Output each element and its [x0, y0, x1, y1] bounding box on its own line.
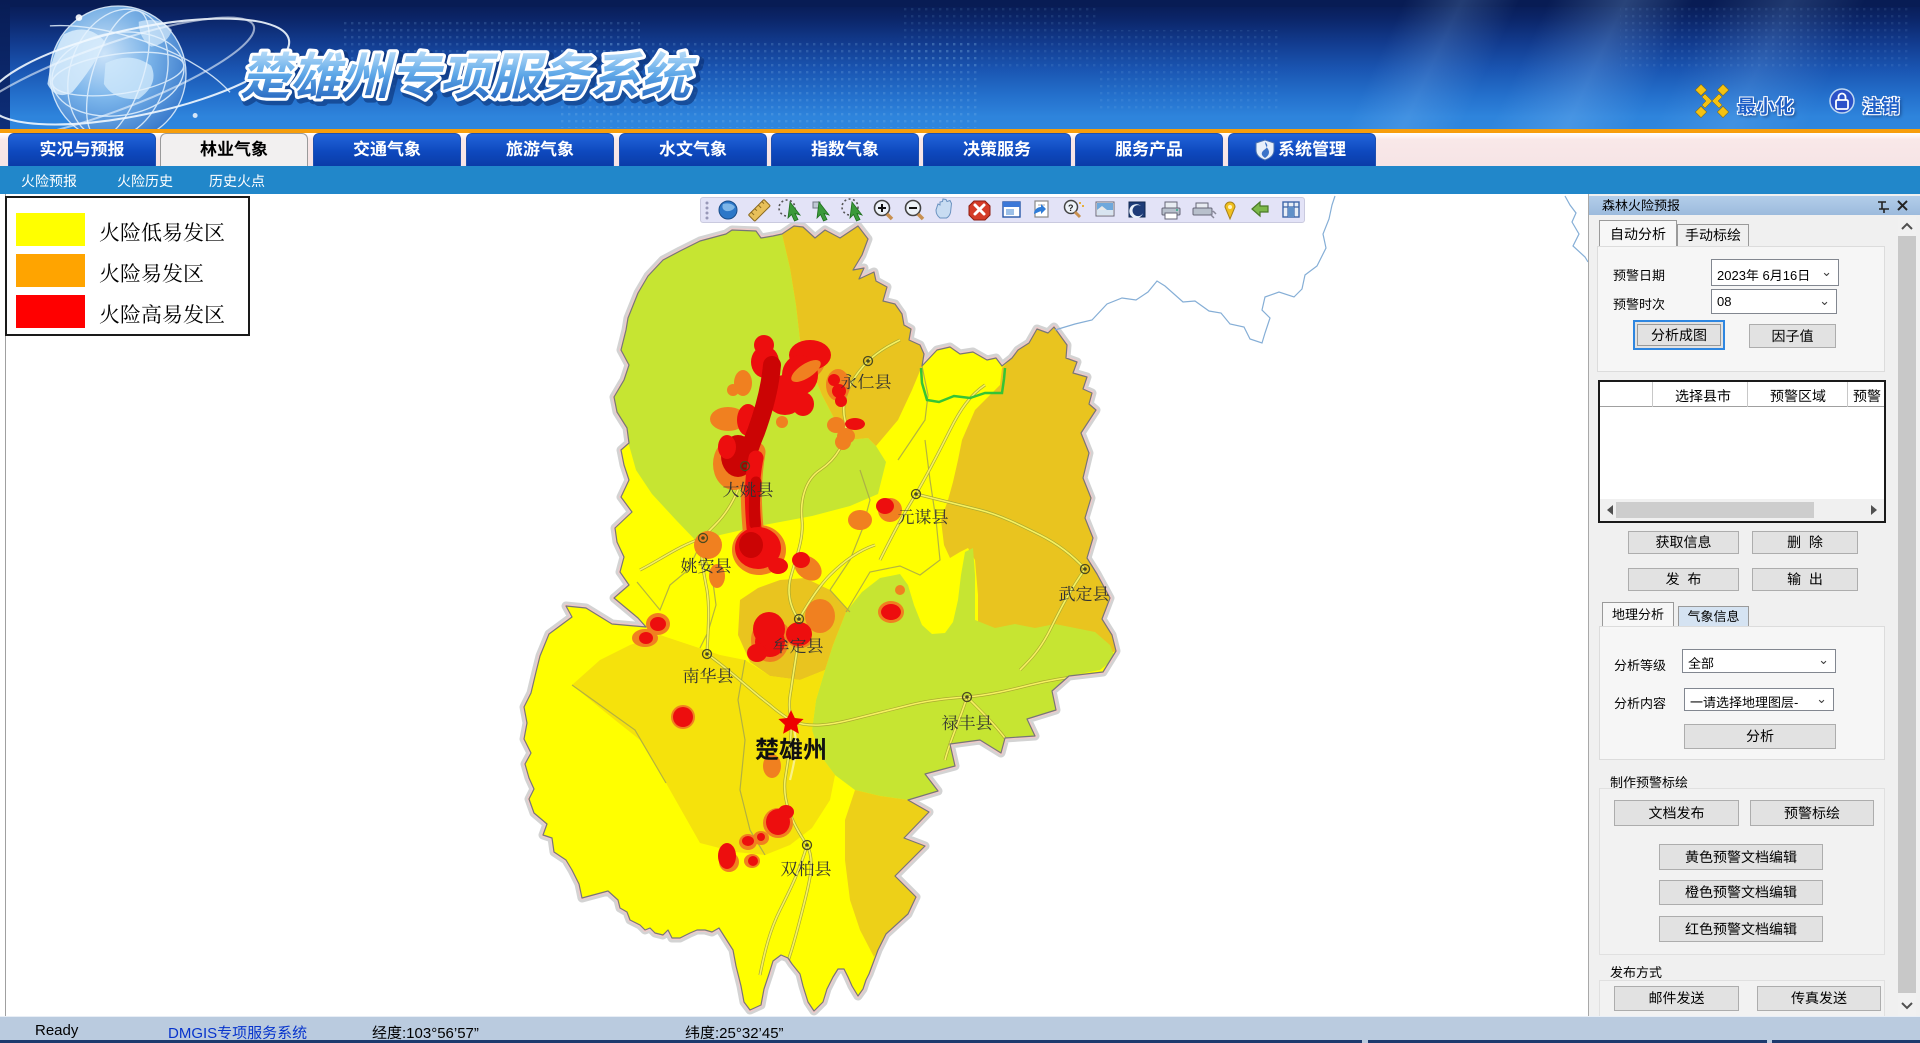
svg-text:?: ? — [1068, 203, 1074, 213]
svg-text:元谋县: 元谋县 — [898, 508, 949, 527]
svg-text:双柏县: 双柏县 — [781, 860, 832, 879]
svg-text:永仁县: 永仁县 — [841, 373, 892, 392]
svg-text:禄丰县: 禄丰县 — [942, 714, 993, 733]
svg-text:姚安县: 姚安县 — [681, 557, 732, 576]
svg-text:南华县: 南华县 — [683, 667, 734, 686]
svg-text:楚雄州专项服务系统: 楚雄州专项服务系统 — [240, 49, 697, 105]
svg-text:牟定县: 牟定县 — [773, 637, 824, 656]
svg-text:大姚县: 大姚县 — [723, 481, 774, 500]
svg-text:武定县: 武定县 — [1059, 585, 1110, 604]
svg-text:楚雄州: 楚雄州 — [755, 737, 827, 764]
